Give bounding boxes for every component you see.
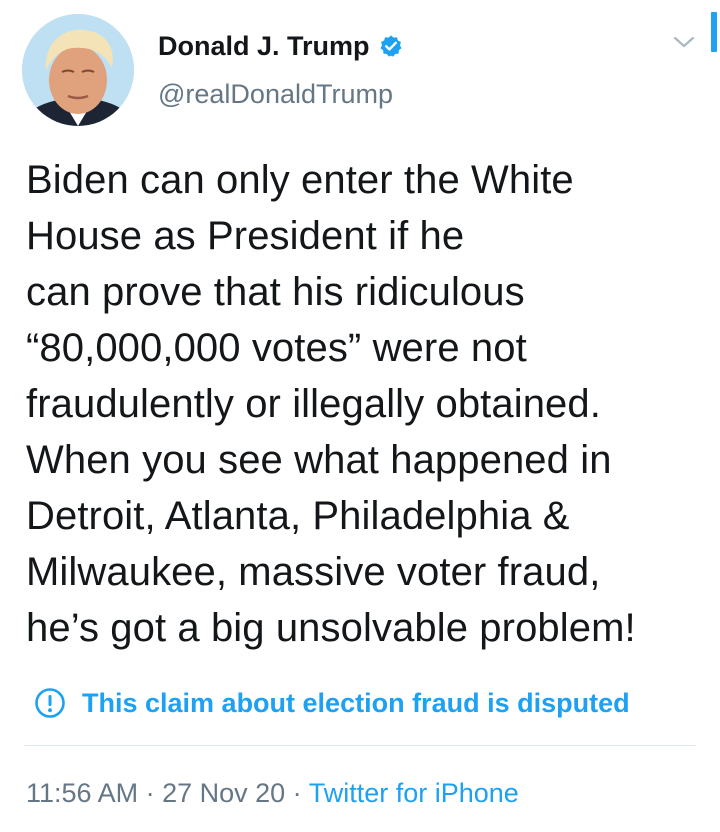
tweet-time: 11:56 AM	[26, 778, 139, 808]
tweet-text: Biden can only enter the White House as …	[26, 158, 636, 650]
profile-photo-icon	[22, 14, 134, 126]
author-display-name[interactable]: Donald J. Trump	[158, 30, 370, 62]
author-handle[interactable]: @realDonaldTrump	[158, 78, 393, 110]
meta-separator: ·	[285, 778, 309, 808]
tweet-card: Donald J. Trump @realDonaldTrump Biden c…	[0, 0, 720, 832]
chevron-down-icon[interactable]	[670, 30, 698, 54]
meta-separator: ·	[138, 778, 163, 808]
author-name-row[interactable]: Donald J. Trump	[158, 30, 403, 62]
tweet-metadata: 11:56 AM · 27 Nov 20 · Twitter for iPhon…	[26, 776, 519, 810]
exclamation-circle-icon	[34, 687, 66, 719]
scroll-indicator	[711, 12, 717, 52]
avatar[interactable]	[22, 14, 134, 126]
tweet-source-link[interactable]: Twitter for iPhone	[309, 778, 519, 808]
verified-badge-icon	[379, 34, 403, 58]
tweet-date: 27 Nov 20	[162, 778, 286, 808]
disputed-claim-label[interactable]: This claim about election fraud is dispu…	[82, 686, 630, 720]
disputed-claim-notice[interactable]: This claim about election fraud is dispu…	[34, 686, 630, 720]
divider	[24, 745, 696, 746]
